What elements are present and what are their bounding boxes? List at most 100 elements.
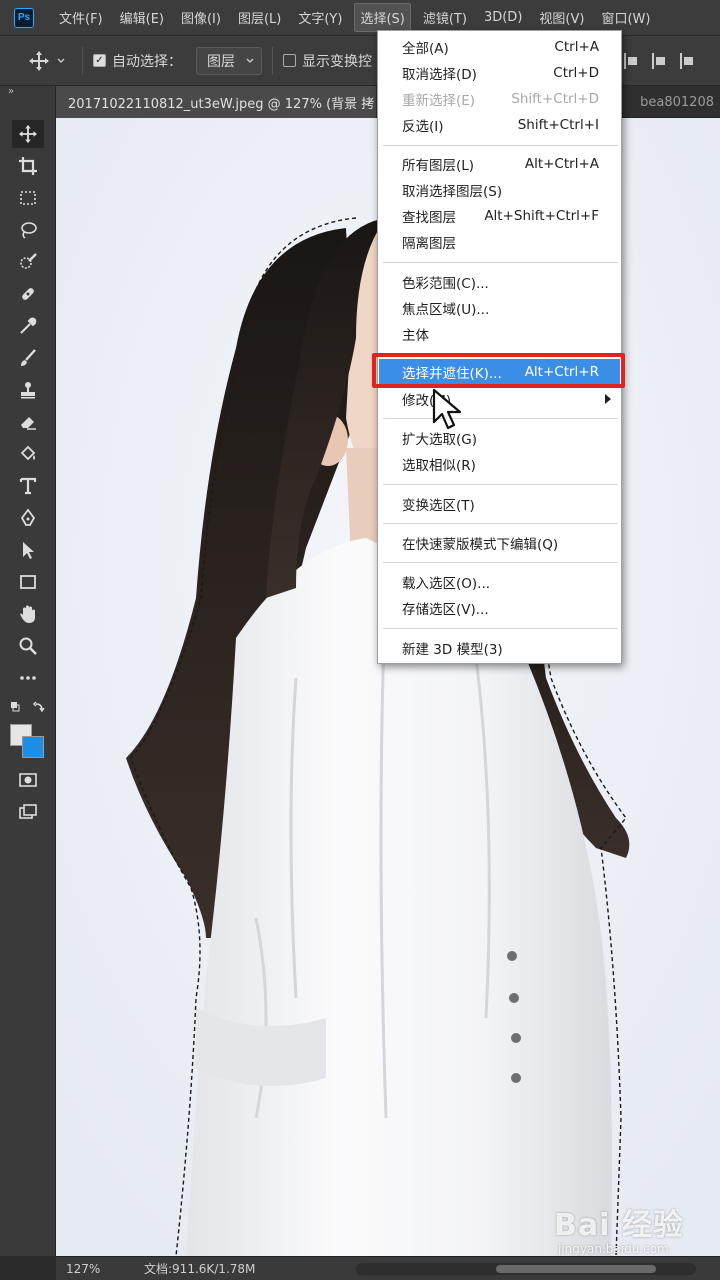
menu-file[interactable]: 文件(F) xyxy=(54,4,108,31)
menu-item-label: 反选(I) xyxy=(402,119,444,135)
menu-item-reselect: 重新选择(E) Shift+Ctrl+D xyxy=(379,86,620,112)
scrollbar-thumb[interactable] xyxy=(496,1265,656,1273)
brush-tool-icon[interactable] xyxy=(12,344,44,372)
paint-bucket-tool-icon[interactable] xyxy=(12,440,44,468)
auto-select-dropdown[interactable]: 图层 xyxy=(196,46,262,75)
menu-item-similar[interactable]: 选取相似(R) xyxy=(379,451,620,477)
menu-item-label: 所有图层(L) xyxy=(402,158,475,174)
menu-edit[interactable]: 编辑(E) xyxy=(115,4,169,31)
distribute-icon[interactable] xyxy=(680,53,694,69)
show-transform-checkbox[interactable] xyxy=(283,54,296,67)
divider xyxy=(82,46,83,75)
menu-item-focus-area[interactable]: 焦点区域(U)... xyxy=(379,295,620,321)
watermark: Bai 经验 jingyan.baidu.com xyxy=(554,1200,684,1256)
menu-item-grow[interactable]: 扩大选取(G) xyxy=(379,425,620,451)
type-tool-icon[interactable] xyxy=(12,472,44,500)
menu-select[interactable]: 选择(S) xyxy=(354,3,411,32)
photoshop-logo-icon: Ps xyxy=(14,7,34,28)
lasso-tool-icon[interactable] xyxy=(12,216,44,244)
menu-item-deselect-layers[interactable]: 取消选择图层(S) xyxy=(379,177,620,203)
menu-item-isolate-layers[interactable]: 隔离图层 xyxy=(379,229,620,255)
rectangle-tool-icon[interactable] xyxy=(12,568,44,596)
pen-tool-icon[interactable] xyxy=(12,504,44,532)
menu-item-label: 取消选择图层(S) xyxy=(402,184,503,200)
menu-item-shortcut: Shift+Ctrl+I xyxy=(517,117,599,133)
menu-separator xyxy=(383,145,618,146)
swap-colors-icon[interactable] xyxy=(10,700,46,716)
menu-item-shortcut: Ctrl+D xyxy=(553,65,599,81)
highlight-callout xyxy=(372,353,625,388)
menu-layer[interactable]: 图层(L) xyxy=(233,4,286,31)
watermark-main: Bai 经验 xyxy=(554,1208,684,1243)
menu-window[interactable]: 窗口(W) xyxy=(596,4,655,31)
show-transform-label: 显示变换控 xyxy=(302,53,372,70)
path-selection-tool-icon[interactable] xyxy=(12,536,44,564)
menu-item-new-3d-model[interactable]: 新建 3D 模型(3) xyxy=(379,635,620,661)
menu-item-all-layers[interactable]: 所有图层(L) Alt+Ctrl+A xyxy=(379,151,620,177)
menu-separator xyxy=(383,484,618,485)
move-tool-icon[interactable] xyxy=(12,120,44,148)
menu-item-label: 重新选择(E) xyxy=(402,93,476,109)
crop-tool-icon[interactable] xyxy=(12,152,44,180)
menu-item-inverse[interactable]: 反选(I) Shift+Ctrl+I xyxy=(379,112,620,138)
document-tab-2[interactable]: bea801208 xyxy=(620,86,720,118)
hand-tool-icon[interactable] xyxy=(12,600,44,628)
chevron-down-icon xyxy=(246,58,254,63)
menu-item-shortcut: Shift+Ctrl+D xyxy=(511,91,599,107)
tool-preset-picker[interactable] xyxy=(28,46,72,76)
screen-mode-icon[interactable] xyxy=(12,798,44,826)
menu-item-shortcut: Alt+Ctrl+A xyxy=(524,156,599,172)
menu-separator xyxy=(383,262,618,263)
quick-mask-icon[interactable] xyxy=(12,766,44,794)
align-left-icon[interactable] xyxy=(624,53,638,69)
menu-item-load-selection[interactable]: 载入选区(O)... xyxy=(379,569,620,595)
menu-3d[interactable]: 3D(D) xyxy=(479,6,527,29)
menu-item-find-layers[interactable]: 查找图层 Alt+Shift+Ctrl+F xyxy=(379,203,620,229)
healing-brush-tool-icon[interactable] xyxy=(12,280,44,308)
menu-item-transform-selection[interactable]: 变换选区(T) xyxy=(379,491,620,517)
menu-item-label: 新建 3D 模型(3) xyxy=(402,642,503,658)
menu-item-color-range[interactable]: 色彩范围(C)... xyxy=(379,269,620,295)
eraser-tool-icon[interactable] xyxy=(12,408,44,436)
auto-select-checkbox[interactable] xyxy=(93,54,106,67)
menu-image[interactable]: 图像(I) xyxy=(176,4,226,31)
menu-item-label: 焦点区域(U)... xyxy=(402,302,490,318)
document-tab[interactable]: 20171022110812_ut3eW.jpeg @ 127% (背景 拷 xyxy=(56,86,376,118)
menu-item-label: 取消选择(D) xyxy=(402,67,477,83)
menu-item-modify[interactable]: 修改(M) xyxy=(379,386,620,412)
submenu-arrow-icon xyxy=(605,394,611,404)
menu-item-all[interactable]: 全部(A) Ctrl+A xyxy=(379,34,620,60)
menu-item-label: 主体 xyxy=(402,328,429,344)
document-size[interactable]: 文档:911.6K/1.78M xyxy=(114,1260,314,1277)
status-bar: 127% 文档:911.6K/1.78M xyxy=(56,1256,720,1280)
align-buttons xyxy=(624,36,694,86)
menu-item-subject[interactable]: 主体 xyxy=(379,321,620,347)
horizontal-scrollbar[interactable] xyxy=(356,1263,696,1275)
quick-selection-tool-icon[interactable] xyxy=(12,248,44,276)
marquee-tool-icon[interactable] xyxy=(12,184,44,212)
auto-select-value: 图层 xyxy=(207,53,235,70)
menu-item-label: 选取相似(R) xyxy=(402,458,476,474)
menu-item-label: 变换选区(T) xyxy=(402,498,475,514)
menu-item-deselect[interactable]: 取消选择(D) Ctrl+D xyxy=(379,60,620,86)
align-center-icon[interactable] xyxy=(652,53,666,69)
menu-separator xyxy=(383,418,618,419)
background-color-swatch[interactable] xyxy=(22,736,44,758)
menu-item-label: 存储选区(V)... xyxy=(402,602,489,618)
menu-item-save-selection[interactable]: 存储选区(V)... xyxy=(379,595,620,621)
eyedropper-tool-icon[interactable] xyxy=(12,312,44,340)
menu-item-quick-mask[interactable]: 在快速蒙版模式下编辑(Q) xyxy=(379,530,620,556)
menu-filter[interactable]: 滤镜(T) xyxy=(418,4,472,31)
zoom-tool-icon[interactable] xyxy=(12,632,44,660)
stamp-tool-icon[interactable] xyxy=(12,376,44,404)
menu-view[interactable]: 视图(V) xyxy=(534,4,589,31)
menu-separator xyxy=(383,562,618,563)
move-tool-icon xyxy=(29,50,49,71)
select-menu-dropdown: 全部(A) Ctrl+A 取消选择(D) Ctrl+D 重新选择(E) Shift+C… xyxy=(377,30,622,664)
more-tools-icon[interactable] xyxy=(12,664,44,692)
menu-item-label: 色彩范围(C)... xyxy=(402,276,489,292)
zoom-level[interactable]: 127% xyxy=(56,1262,114,1276)
collapse-icon[interactable]: » xyxy=(0,86,55,104)
menu-type[interactable]: 文字(Y) xyxy=(293,4,347,31)
menu-separator xyxy=(383,523,618,524)
